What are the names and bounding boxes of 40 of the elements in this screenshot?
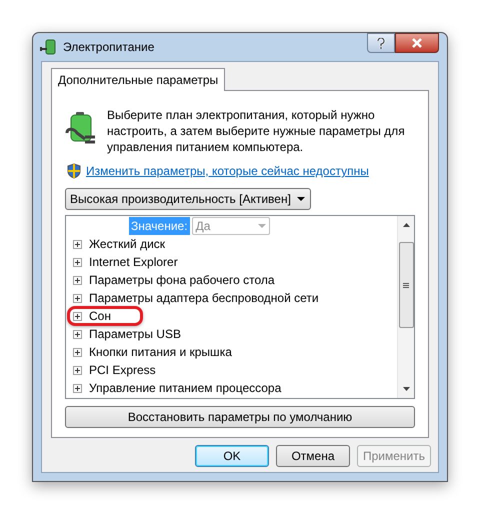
scroll-thumb[interactable] bbox=[398, 242, 414, 328]
tree-item[interactable]: Параметры адаптера беспроводной сети bbox=[89, 289, 319, 307]
tree-item[interactable]: Сон bbox=[89, 307, 111, 325]
tree-item[interactable]: Параметры USB bbox=[89, 325, 181, 343]
grip-icon bbox=[403, 282, 409, 288]
tree-item[interactable]: PCI Express bbox=[89, 361, 156, 379]
help-icon bbox=[377, 38, 385, 48]
tab[interactable]: Дополнительные параметры bbox=[51, 68, 226, 91]
dropdown-arrow-icon bbox=[258, 224, 266, 228]
scroll-down-icon bbox=[402, 387, 410, 391]
expand-icon[interactable] bbox=[73, 258, 82, 266]
tree-item[interactable]: Жесткий диск bbox=[89, 235, 166, 253]
expand-icon[interactable] bbox=[73, 294, 82, 302]
tree-item[interactable]: Internet Explorer bbox=[89, 253, 178, 271]
expand-icon[interactable] bbox=[73, 330, 82, 338]
dropdown-arrow-icon bbox=[296, 197, 305, 201]
change-settings-link[interactable]: Изменить параметры, которые сейчас недоступны bbox=[86, 162, 369, 180]
dialog-button[interactable]: Отмена bbox=[276, 445, 350, 467]
scrollbar[interactable] bbox=[397, 216, 414, 398]
close-button[interactable] bbox=[395, 33, 439, 53]
close-icon bbox=[411, 38, 423, 48]
plan-dropdown[interactable]: Высокая производительность [Активен] bbox=[65, 188, 311, 210]
value-label: Значение: bbox=[129, 217, 190, 235]
expand-icon[interactable] bbox=[73, 240, 82, 248]
tree-item[interactable]: Параметры фона рабочего стола bbox=[89, 271, 275, 289]
restore-defaults-button[interactable]: Восстановить параметры по умолчанию bbox=[65, 406, 415, 428]
dialog-button[interactable]: OK bbox=[195, 445, 269, 467]
expand-icon[interactable] bbox=[73, 384, 82, 392]
tree-item[interactable]: Кнопки питания и крышка bbox=[89, 343, 232, 361]
battery-plug-icon bbox=[39, 38, 57, 56]
intro-text: Выберите план электропитания, который нужно настроить, а затем выберите нужные параметры для управления питанием компьютера. bbox=[107, 107, 406, 155]
expand-icon[interactable] bbox=[73, 348, 82, 356]
scroll-up-icon bbox=[402, 223, 410, 227]
tree-item[interactable]: Управление питанием процессора bbox=[89, 379, 282, 397]
expand-icon[interactable] bbox=[73, 312, 82, 320]
window-title: Электропитание bbox=[63, 39, 154, 56]
shield-icon bbox=[67, 163, 81, 179]
expand-icon[interactable] bbox=[73, 276, 82, 284]
expand-icon[interactable] bbox=[73, 366, 82, 374]
help-button[interactable] bbox=[367, 33, 395, 53]
